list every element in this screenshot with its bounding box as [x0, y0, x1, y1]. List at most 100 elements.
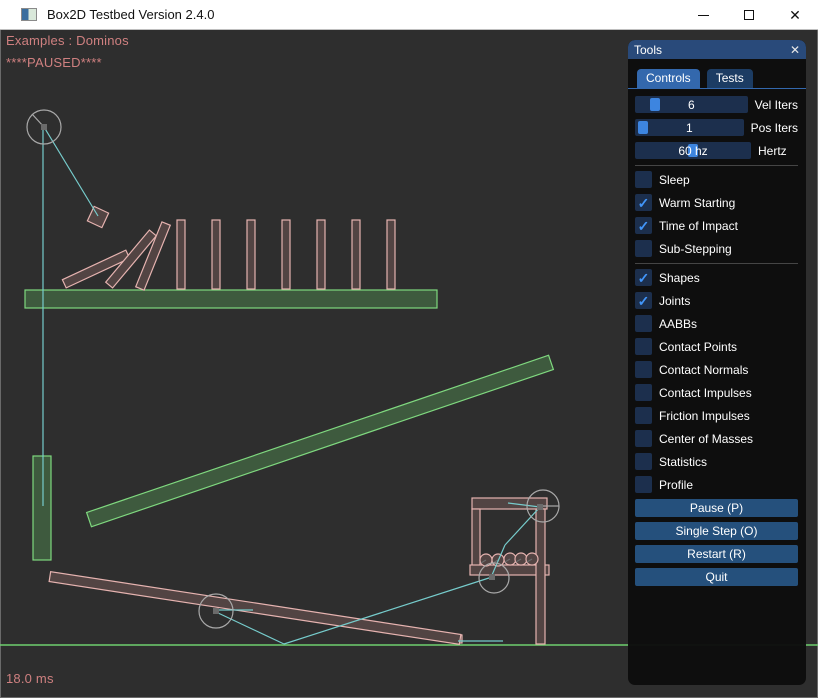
slider-row-hertz: 60 hz Hertz [635, 142, 798, 159]
slider-label-pos-iters: Pos Iters [751, 121, 798, 135]
checkbox-aabbs[interactable] [635, 315, 652, 332]
dynamic-body[interactable] [536, 509, 545, 644]
separator [635, 263, 798, 264]
check-label-contact-impulses: Contact Impulses [659, 386, 752, 400]
anchor-marker [41, 124, 47, 130]
check-label-contact-normals: Contact Normals [659, 363, 748, 377]
check-label-profile: Profile [659, 478, 693, 492]
app-icon [21, 8, 37, 21]
slider-value-pos-iters: 1 [635, 119, 744, 136]
anchor-marker [537, 504, 543, 510]
joint-line [505, 507, 540, 545]
dynamic-body[interactable] [282, 220, 290, 289]
checkbox-friction-impulses[interactable] [635, 407, 652, 424]
check-label-joints: Joints [659, 294, 690, 308]
checkbox-center-of-masses[interactable] [635, 430, 652, 447]
checkbox-profile[interactable] [635, 476, 652, 493]
tools-panel-titlebar[interactable]: Tools ✕ [628, 40, 806, 59]
window-title: Box2D Testbed Version 2.4.0 [47, 7, 214, 22]
checkmark-icon: ✓ [638, 294, 650, 308]
checkbox-time-of-impact[interactable]: ✓ [635, 217, 652, 234]
checkbox-statistics[interactable] [635, 453, 652, 470]
anchor-marker [213, 608, 219, 614]
check-label-center-of-masses: Center of Masses [659, 432, 753, 446]
dynamic-body[interactable] [247, 220, 255, 289]
check-label-contact-points: Contact Points [659, 340, 737, 354]
restart-r-button[interactable]: Restart (R) [635, 545, 798, 563]
single-step-o-button[interactable]: Single Step (O) [635, 522, 798, 540]
check-row-aabbs: AABBs [635, 315, 798, 332]
check-label-statistics: Statistics [659, 455, 707, 469]
checkbox-contact-points[interactable] [635, 338, 652, 355]
joint-line [44, 127, 98, 216]
slider-row-vel-iters: 6 Vel Iters [635, 96, 798, 113]
panel-body: 6 Vel Iters 1 Pos Iters60 hz Hertz Sleep ✓Warm… [628, 89, 806, 586]
tools-panel-title: Tools [634, 43, 790, 57]
check-row-warm-starting: ✓Warm Starting [635, 194, 798, 211]
checkbox-contact-impulses[interactable] [635, 384, 652, 401]
static-body[interactable] [25, 290, 437, 308]
tab-controls[interactable]: Controls [637, 69, 700, 88]
dynamic-body[interactable] [387, 220, 395, 289]
checkbox-shapes[interactable]: ✓ [635, 269, 652, 286]
checkbox-joints[interactable]: ✓ [635, 292, 652, 309]
check-row-statistics: Statistics [635, 453, 798, 470]
tools-panel-close-icon[interactable]: ✕ [790, 43, 800, 57]
check-label-shapes: Shapes [659, 271, 700, 285]
slider-label-hertz: Hertz [758, 144, 787, 158]
dynamic-body[interactable] [212, 220, 220, 289]
check-row-contact-points: Contact Points [635, 338, 798, 355]
check-row-contact-impulses: Contact Impulses [635, 384, 798, 401]
checkbox-sleep[interactable] [635, 171, 652, 188]
minimize-button[interactable] [680, 0, 726, 30]
dynamic-body[interactable] [472, 509, 480, 570]
dynamic-body[interactable] [177, 220, 185, 289]
app-window: Examples : Dominos ****PAUSED**** 18.0 m… [0, 0, 818, 698]
check-row-friction-impulses: Friction Impulses [635, 407, 798, 424]
check-label-aabbs: AABBs [659, 317, 697, 331]
slider-vel-iters[interactable]: 6 [635, 96, 748, 113]
quit-button[interactable]: Quit [635, 568, 798, 586]
example-label: Examples : Dominos [6, 33, 129, 48]
window-titlebar[interactable]: Box2D Testbed Version 2.4.0 ✕ [0, 0, 818, 30]
joint-line [216, 612, 284, 644]
slider-row-pos-iters: 1 Pos Iters [635, 119, 798, 136]
dynamic-body[interactable] [317, 220, 325, 289]
paused-label: ****PAUSED**** [6, 55, 102, 70]
static-body[interactable] [33, 456, 51, 560]
maximize-button[interactable] [726, 0, 772, 30]
check-row-center-of-masses: Center of Masses [635, 430, 798, 447]
check-row-time-of-impact: ✓Time of Impact [635, 217, 798, 234]
dynamic-body[interactable] [49, 572, 461, 645]
checkmark-icon: ✓ [638, 271, 650, 285]
tab-bar: Controls Tests [628, 59, 806, 89]
close-icon: ✕ [789, 8, 801, 22]
close-button[interactable]: ✕ [772, 0, 818, 30]
dynamic-body[interactable] [136, 222, 171, 290]
dynamic-body[interactable] [87, 206, 108, 227]
checkbox-sub-stepping[interactable] [635, 240, 652, 257]
checkbox-contact-normals[interactable] [635, 361, 652, 378]
anchor-marker [489, 574, 495, 580]
checkmark-icon: ✓ [638, 219, 650, 233]
dynamic-body[interactable] [352, 220, 360, 289]
tab-tests[interactable]: Tests [707, 69, 753, 88]
slider-value-vel-iters: 6 [635, 96, 748, 113]
tools-panel: Tools ✕ Controls Tests 6 Vel Iters 1 Pos Ite… [628, 40, 806, 685]
minimize-icon [698, 15, 709, 16]
window-controls: ✕ [680, 0, 818, 30]
slider-hertz[interactable]: 60 hz [635, 142, 751, 159]
check-row-joints: ✓ Joints [635, 292, 798, 309]
check-row-profile: Profile [635, 476, 798, 493]
pause-p-button[interactable]: Pause (P) [635, 499, 798, 517]
checkmark-icon: ✓ [638, 196, 650, 210]
check-label-sub-stepping: Sub-Stepping [659, 242, 732, 256]
check-row-contact-normals: Contact Normals [635, 361, 798, 378]
slider-label-vel-iters: Vel Iters [755, 98, 798, 112]
separator [635, 165, 798, 166]
checkbox-warm-starting[interactable]: ✓ [635, 194, 652, 211]
slider-pos-iters[interactable]: 1 [635, 119, 744, 136]
check-label-sleep: Sleep [659, 173, 690, 187]
slider-value-hertz: 60 hz [635, 142, 751, 159]
check-row-sleep: Sleep [635, 171, 798, 188]
